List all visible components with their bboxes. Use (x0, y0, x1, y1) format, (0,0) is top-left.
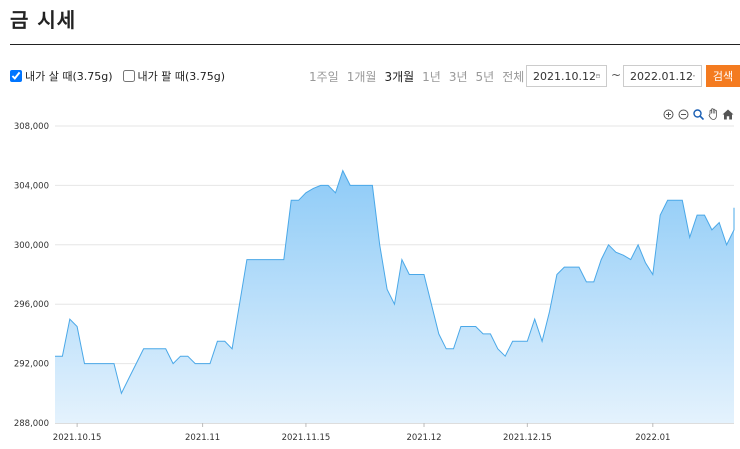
period-tab-1[interactable]: 1개월 (343, 68, 381, 85)
search-button[interactable]: 검색 (706, 65, 740, 87)
period-tab-0[interactable]: 1주일 (305, 68, 343, 85)
buy-checkbox[interactable] (10, 70, 22, 82)
price-area (55, 170, 734, 423)
period-tab-2[interactable]: 3개월 (380, 68, 418, 85)
y-tick-label: 300,000 (14, 241, 49, 251)
page-title: 금 시세 (10, 8, 77, 32)
x-tick-label: 2021.10.15 (53, 433, 102, 443)
period-tab-4[interactable]: 3년 (445, 68, 472, 85)
sell-checkbox[interactable] (122, 70, 135, 82)
x-tick-label: 2021.11 (185, 433, 220, 443)
legend-item-buy[interactable]: 내가 살 때(3.75g) (10, 68, 113, 84)
y-tick-label: 296,000 (14, 300, 49, 310)
sell-label: 내가 팔 때(3.75g) (137, 70, 226, 83)
title-divider (10, 44, 740, 45)
start-date-value: 2021.10.12 (533, 69, 596, 83)
period-tab-6[interactable]: 전체 (498, 68, 528, 85)
y-tick-label: 304,000 (14, 181, 49, 191)
calendar-icon[interactable] (693, 71, 695, 81)
start-date-field[interactable]: 2021.10.12 (526, 65, 607, 87)
x-tick-label: 2021.12 (406, 433, 441, 443)
x-tick-label: 2021.12.15 (503, 433, 552, 443)
buy-label: 내가 살 때(3.75g) (25, 70, 113, 83)
y-tick-label: 292,000 (14, 360, 49, 370)
gold-price-chart: 288,000 292,000 296,000 300,000 304,000 308,0… (14, 122, 735, 443)
period-tab-3[interactable]: 1년 (418, 68, 445, 85)
end-date-value: 2022.01.12 (630, 69, 693, 83)
series-legend: 내가 살 때(3.75g) 내가 팔 때(3.75g) (10, 68, 231, 84)
y-tick-label: 308,000 (14, 122, 49, 132)
end-date-field[interactable]: 2022.01.12 (623, 65, 702, 87)
period-tab-5[interactable]: 5년 (472, 68, 499, 85)
calendar-icon[interactable] (596, 71, 600, 81)
x-tick-label: 2021.11.15 (282, 433, 331, 443)
period-tabs: 1주일 1개월 3개월 1년 3년 5년 전체 (305, 68, 528, 85)
legend-item-sell[interactable]: 내가 팔 때(3.75g) (122, 68, 226, 84)
date-separator: ~ (611, 68, 622, 82)
x-tick-label: 2022.01 (635, 433, 670, 443)
y-tick-label: 288,000 (14, 419, 49, 429)
